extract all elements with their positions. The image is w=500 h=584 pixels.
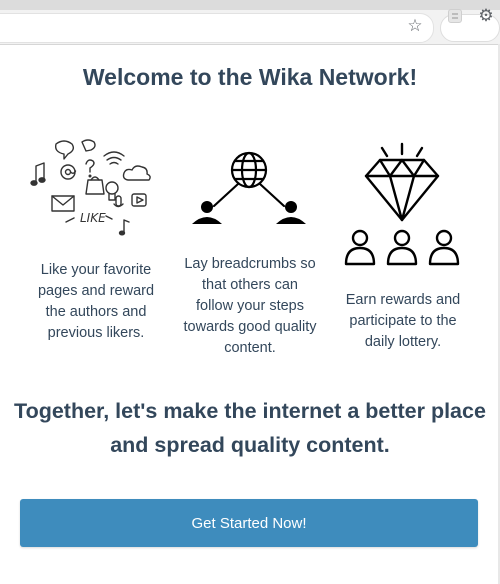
browser-toolbar: ☆	[0, 10, 500, 45]
popup-title: Welcome to the Wika Network!	[82, 64, 418, 90]
social-doodles-icon: LIKE	[30, 139, 151, 236]
settings-gear-icon[interactable]: ⚙	[476, 6, 496, 26]
diamond-people-icon	[344, 142, 460, 266]
address-bar[interactable]	[0, 13, 434, 43]
star-icon[interactable]: ☆	[404, 15, 426, 37]
like-doodle-text: LIKE	[80, 211, 106, 225]
feature-like-text: Like your favorite pages and reward the …	[37, 262, 155, 341]
tagline: Together, let's make the internet a bett…	[14, 399, 486, 457]
get-started-button[interactable]: Get Started Now!	[20, 499, 478, 547]
browser-tab-strip	[0, 0, 500, 10]
feature-breadcrumbs-text: Lay breadcrumbs so that others can follo…	[183, 256, 317, 356]
network-globe-icon	[192, 151, 306, 224]
extension-icon[interactable]	[448, 9, 462, 23]
feature-rewards-text: Earn rewards and participate to the dail…	[345, 292, 461, 350]
